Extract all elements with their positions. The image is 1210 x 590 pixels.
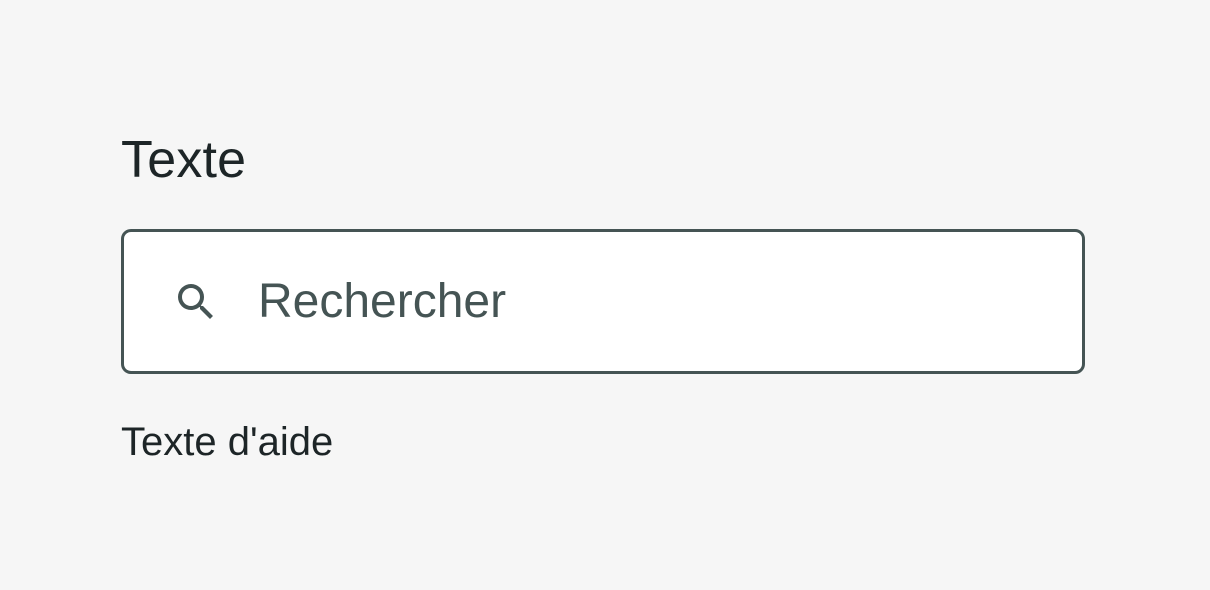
field-label: Texte xyxy=(121,131,247,189)
search-input[interactable] xyxy=(258,266,1038,337)
search-field: Texte Texte d'aide xyxy=(121,128,1089,464)
search-icon xyxy=(172,278,220,326)
helper-text: Texte d'aide xyxy=(121,420,334,464)
search-box[interactable] xyxy=(121,229,1085,374)
